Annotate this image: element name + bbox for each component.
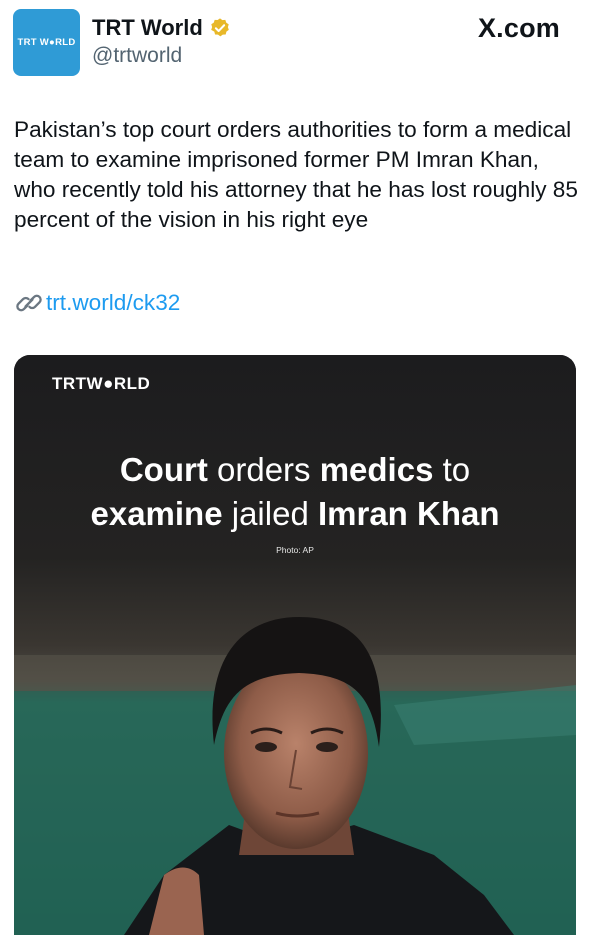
photo-credit: Photo: AP: [276, 545, 314, 555]
headline-word: jailed: [222, 495, 318, 532]
link-text[interactable]: trt.world/ck32: [46, 288, 180, 318]
media-card[interactable]: TRTW●RLD Court orders medics to examine …: [14, 355, 576, 935]
headline-word: examine: [90, 495, 223, 532]
account-handle[interactable]: @trtworld: [92, 44, 182, 68]
headline-word: medics: [319, 451, 434, 488]
headline-word: Imran Khan: [317, 495, 500, 532]
tweet-text: Pakistan’s top court orders authorities …: [14, 117, 578, 232]
headline-line-1: Court orders medics to: [14, 448, 576, 492]
site-label: X.com: [477, 13, 560, 43]
link-icon: [16, 294, 42, 312]
media-brand-logo: TRTW●RLD: [52, 374, 151, 393]
media-headline: Court orders medics to examine jailed Im…: [14, 448, 576, 536]
tweet-header: TRT W●RLD TRT World @trtworld X.com: [0, 0, 590, 90]
tweet-link[interactable]: trt.world/ck32: [14, 288, 180, 318]
avatar-logo-text: TRT W●RLD: [17, 37, 76, 48]
headline-line-2: examine jailed Imran Khan: [14, 492, 576, 536]
headline-word: orders: [207, 451, 320, 488]
headline-word: Court: [119, 451, 208, 488]
avatar[interactable]: TRT W●RLD: [13, 9, 80, 76]
news-photo: [14, 355, 576, 935]
verified-badge-icon: [210, 18, 229, 37]
headline-word: to: [433, 451, 471, 488]
display-name[interactable]: TRT World: [92, 15, 203, 41]
name-row: TRT World: [92, 15, 231, 41]
